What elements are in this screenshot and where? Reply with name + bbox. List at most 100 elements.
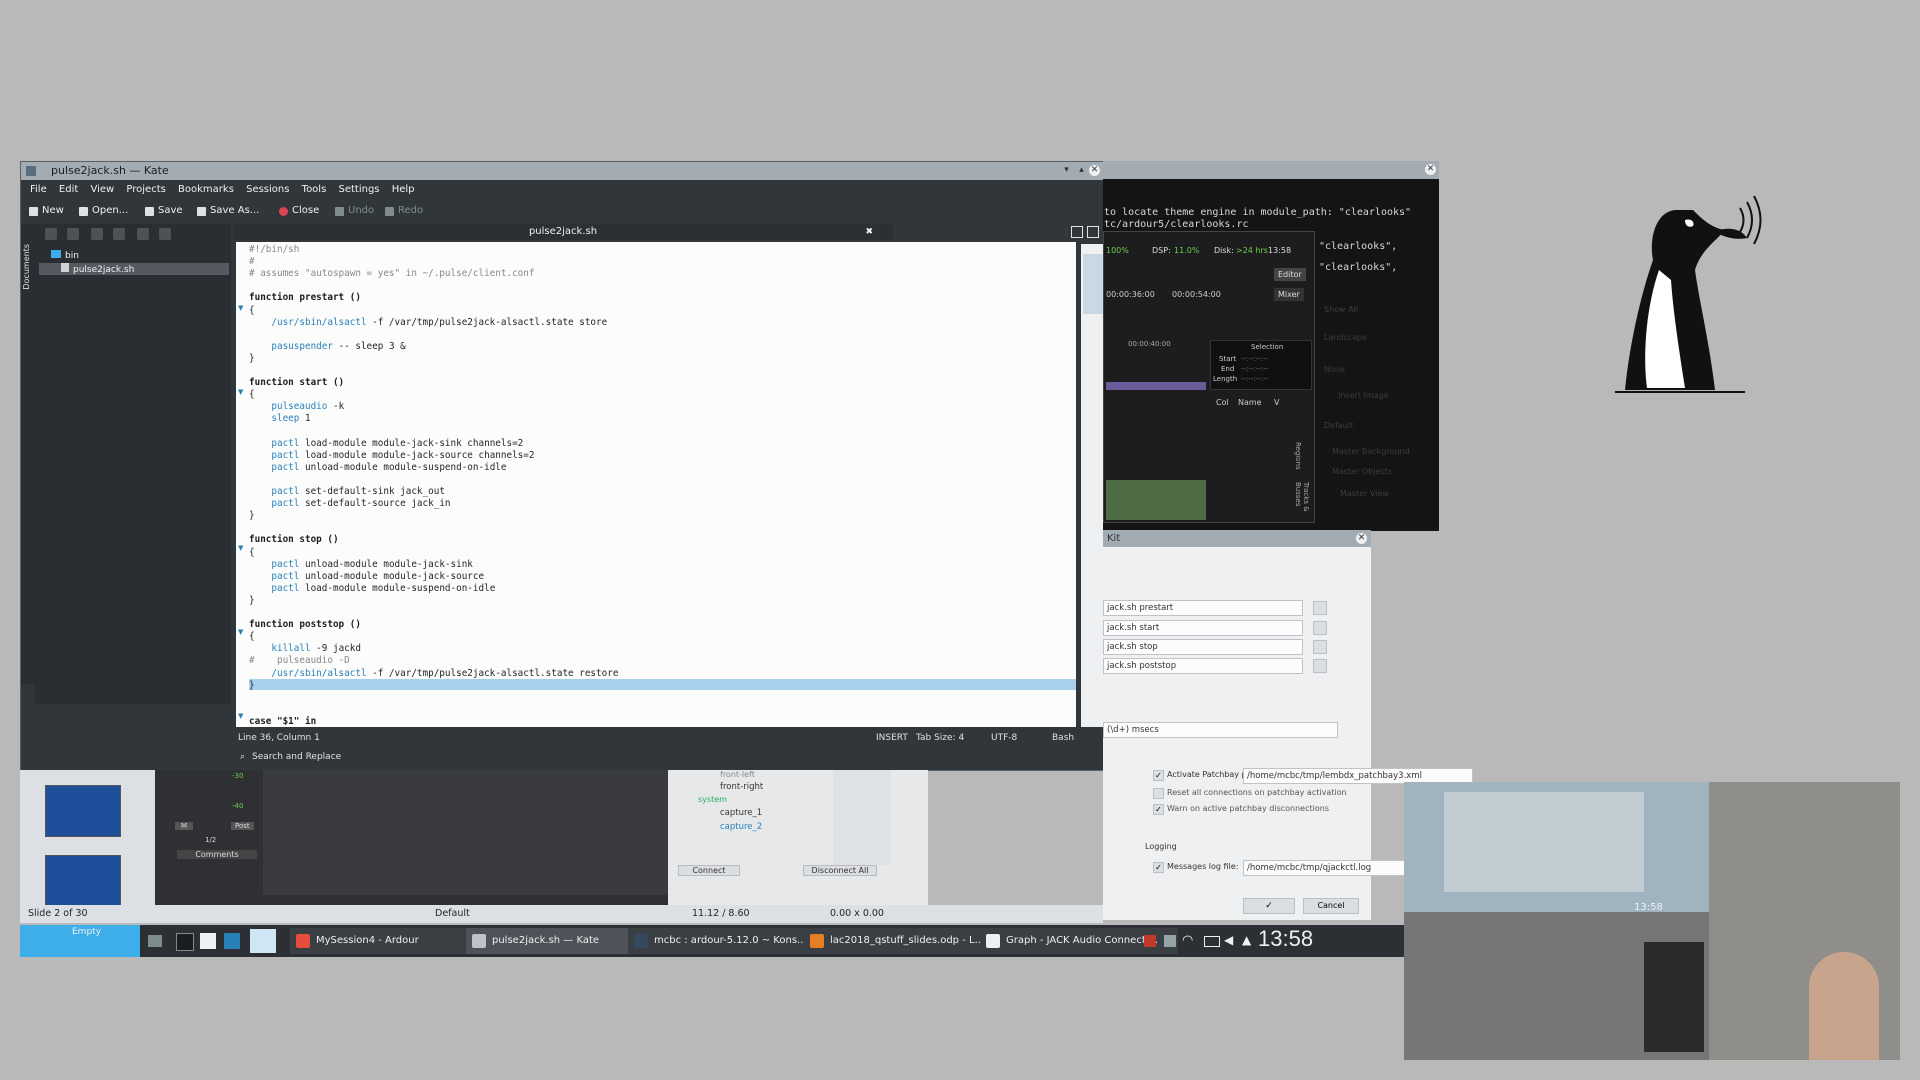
fold-marker-icon[interactable]: ▼ xyxy=(238,712,243,720)
menu-projects[interactable]: Projects xyxy=(126,184,165,195)
menu-settings[interactable]: Settings xyxy=(338,184,379,195)
fold-marker-icon[interactable]: ▼ xyxy=(238,388,243,396)
document-tab[interactable]: pulse2jack.sh ✖ xyxy=(233,224,893,240)
mute-button[interactable]: M xyxy=(175,822,194,830)
tree-filter-icon[interactable] xyxy=(67,228,79,240)
vtab-tracks-busses[interactable]: Tracks & Busses xyxy=(1294,482,1310,522)
browse-icon[interactable] xyxy=(1313,621,1327,635)
ardour-window[interactable]: ✕ to locate theme engine in module_path:… xyxy=(1103,161,1439,531)
close-document-button[interactable]: Close xyxy=(279,200,319,222)
reset-connections-checkbox[interactable] xyxy=(1153,788,1164,799)
port-label[interactable]: capture_1 xyxy=(720,808,762,818)
save-as-button[interactable]: Save As... xyxy=(197,200,259,222)
script-start-field[interactable]: jack.sh start xyxy=(1103,620,1303,636)
undo-button[interactable]: Undo xyxy=(335,200,374,222)
secondary-clock[interactable]: 00:00:54:00 xyxy=(1172,290,1221,299)
vtab-regions[interactable]: Regions xyxy=(1294,442,1302,470)
browse-icon[interactable] xyxy=(1313,601,1327,615)
port-label[interactable]: front-right xyxy=(720,782,763,792)
pager-empty[interactable]: Empty xyxy=(20,925,140,957)
network-icon[interactable]: ◠ xyxy=(1182,933,1193,948)
menu-sessions[interactable]: Sessions xyxy=(246,184,289,195)
cancel-button[interactable]: Cancel xyxy=(1303,898,1359,914)
app-launcher-icon[interactable] xyxy=(148,935,162,947)
menu-bookmarks[interactable]: Bookmarks xyxy=(178,184,234,195)
encoding[interactable]: UTF-8 xyxy=(991,730,1017,746)
close-icon[interactable]: ✕ xyxy=(1425,164,1436,175)
redo-button[interactable]: Redo xyxy=(385,200,423,222)
warn-disconnections-checkbox[interactable]: ✓ xyxy=(1153,804,1164,815)
tab-close-icon[interactable]: ✖ xyxy=(865,224,873,240)
tree-sync-icon[interactable] xyxy=(45,228,57,240)
editor-button[interactable]: Editor xyxy=(1274,268,1306,281)
slide-thumbnail[interactable] xyxy=(45,785,121,837)
script-stop-field[interactable]: jack.sh stop xyxy=(1103,639,1303,655)
task-impress[interactable]: lac2018_qstuff_slides.odp - L... xyxy=(804,928,1002,954)
battery-icon[interactable] xyxy=(1204,936,1220,947)
menu-file[interactable]: File xyxy=(30,184,47,195)
task-ardour[interactable]: MySession4 - Ardour xyxy=(290,928,488,954)
home-folder-icon[interactable] xyxy=(224,933,240,949)
tree-down-icon[interactable] xyxy=(113,228,125,240)
script-poststop-field[interactable]: jack.sh poststop xyxy=(1103,658,1303,674)
task-konsole[interactable]: mcbc : ardour-5.12.0 ~ Kons... xyxy=(628,928,826,954)
close-icon[interactable]: ✕ xyxy=(1356,533,1367,544)
mixer-button[interactable]: Mixer xyxy=(1274,288,1304,301)
post-button[interactable]: Post xyxy=(231,822,254,830)
track-region[interactable] xyxy=(1106,480,1206,520)
jack-tray-icon[interactable] xyxy=(1144,935,1156,947)
tree-up-icon[interactable] xyxy=(91,228,103,240)
kate-window[interactable]: pulse2jack.sh — Kate ▾ ▴ ✕ File Edit Vie… xyxy=(20,161,1119,771)
comments-button[interactable]: Comments xyxy=(177,850,257,859)
maximize-icon[interactable]: ▴ xyxy=(1076,165,1087,176)
code-editor[interactable]: #!/bin/sh # # assumes "autospawn = yes" in… xyxy=(236,242,1076,727)
script-prestart-field[interactable]: jack.sh prestart xyxy=(1103,600,1303,616)
close-icon[interactable]: ✕ xyxy=(1089,165,1100,176)
log-file-checkbox[interactable]: ✓ xyxy=(1153,862,1164,873)
tree-file-row[interactable]: pulse2jack.sh xyxy=(39,263,229,275)
port-label[interactable]: system xyxy=(698,795,727,804)
documents-tab-label[interactable]: Documents xyxy=(22,244,31,290)
ardour-title-bar[interactable]: ✕ xyxy=(1103,161,1439,179)
input-mode[interactable]: INSERT xyxy=(876,730,908,746)
connect-button[interactable]: Connect xyxy=(678,865,740,876)
syntax-mode[interactable]: Bash xyxy=(1052,730,1074,746)
tree-zoom-out-icon[interactable] xyxy=(159,228,171,240)
volume-icon[interactable]: ◀ xyxy=(1224,933,1233,947)
menu-edit[interactable]: Edit xyxy=(59,184,78,195)
slide-thumbnail[interactable] xyxy=(45,855,121,907)
latency-field[interactable]: (\d+) msecs xyxy=(1103,722,1338,738)
ok-button[interactable]: ✓ xyxy=(1243,898,1295,914)
jack-graph-window[interactable]: front-left front-right system capture_1 … xyxy=(668,770,928,905)
list-header-name[interactable]: Name xyxy=(1238,398,1262,407)
port-label[interactable]: front-left xyxy=(720,770,755,779)
qjackctl-title-bar[interactable]: Kit ✕ xyxy=(1103,530,1371,547)
slide-thumbnails[interactable] xyxy=(20,770,155,915)
disconnect-all-button[interactable]: Disconnect All xyxy=(803,865,877,876)
tab-size[interactable]: Tab Size: 4 xyxy=(916,730,964,746)
list-header-col[interactable]: Col xyxy=(1216,398,1229,407)
fold-marker-icon[interactable]: ▼ xyxy=(238,544,243,552)
minimize-icon[interactable]: ▾ xyxy=(1061,165,1072,176)
search-replace-bar[interactable]: ⌕ Search and Replace xyxy=(236,749,1116,765)
quick-open-icon[interactable] xyxy=(1087,226,1099,238)
fold-marker-icon[interactable]: ▼ xyxy=(238,628,243,636)
list-header-v[interactable]: V xyxy=(1274,398,1279,407)
open-button[interactable]: Open... xyxy=(79,200,128,222)
terminal-icon[interactable] xyxy=(176,933,194,951)
text-editor-icon[interactable] xyxy=(200,933,216,949)
primary-clock[interactable]: 00:00:36:00 xyxy=(1106,290,1155,299)
desktop-icon[interactable] xyxy=(250,929,276,953)
notifications-icon[interactable] xyxy=(1164,935,1176,947)
qjackctl-setup-dialog[interactable]: Kit ✕ jack.sh prestart jack.sh start jac… xyxy=(1103,530,1473,920)
new-button[interactable]: New xyxy=(29,200,64,222)
split-view-icon[interactable] xyxy=(1071,226,1083,238)
tree-folder-row[interactable]: bin xyxy=(39,250,229,262)
browse-icon[interactable] xyxy=(1313,659,1327,673)
menu-help[interactable]: Help xyxy=(392,184,415,195)
tray-expand-icon[interactable]: ▲ xyxy=(1242,933,1251,947)
kate-title-bar[interactable]: pulse2jack.sh — Kate ▾ ▴ ✕ xyxy=(21,162,1104,180)
task-kate[interactable]: pulse2jack.sh — Kate xyxy=(466,928,650,954)
menu-tools[interactable]: Tools xyxy=(302,184,327,195)
clock[interactable]: 13:58 xyxy=(1258,926,1313,952)
